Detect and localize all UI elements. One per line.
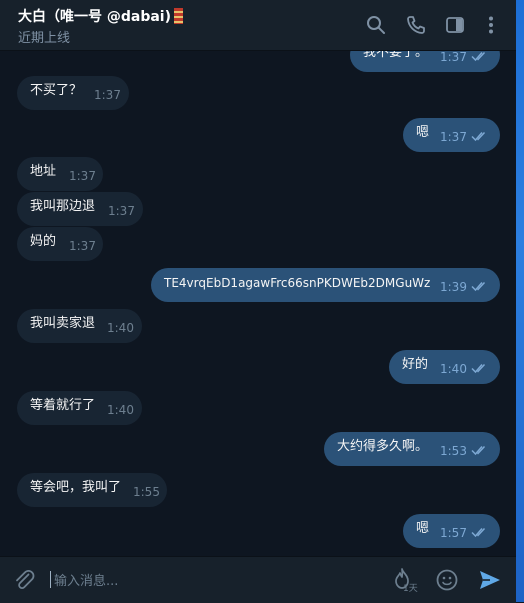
message-time: 1:37: [94, 88, 121, 102]
more-icon[interactable]: [480, 14, 502, 36]
desktop-edge: [516, 0, 524, 602]
message-time: 1:37: [108, 204, 135, 218]
message-text: 嗯: [416, 521, 430, 536]
message-incoming[interactable]: 我叫那边退 1:37: [17, 192, 143, 226]
attach-icon[interactable]: [13, 568, 37, 592]
message-input[interactable]: [52, 569, 376, 593]
message-outgoing[interactable]: 嗯 1:57: [403, 514, 500, 548]
message-text: 嗯: [416, 125, 430, 140]
flag-emoji-icon: [174, 8, 184, 24]
emoji-icon[interactable]: [435, 568, 459, 592]
timer-label: 1天: [403, 584, 418, 594]
message-time: 1:37: [69, 169, 96, 183]
message-outgoing[interactable]: 嗯 1:37: [403, 118, 500, 152]
chat-title-text: 大白（唯一号 @dabai): [18, 9, 172, 25]
send-icon[interactable]: [478, 568, 502, 592]
last-seen-status: 近期上线: [18, 31, 71, 46]
chat-title[interactable]: 大白（唯一号 @dabai): [18, 6, 184, 26]
message-text: TE4vrqEbD1agawFrc66snPKDWEb2DMGuWz: [164, 276, 431, 290]
message-time: 1:37: [440, 130, 467, 144]
message-time: 1:37: [69, 239, 96, 253]
message-text: 不买了？: [30, 83, 83, 98]
message-text: 等着就行了: [30, 398, 96, 413]
double-check-icon: [471, 130, 489, 142]
message-time: 1:37: [440, 51, 467, 64]
phone-icon[interactable]: [405, 14, 427, 36]
chat-header[interactable]: 大白（唯一号 @dabai) 近期上线: [0, 0, 516, 51]
message-incoming[interactable]: 等着就行了 1:40: [17, 391, 142, 425]
message-composer: [0, 556, 516, 603]
message-time: 1:39: [440, 280, 467, 294]
message-text: 妈的: [30, 234, 57, 249]
message-time: 1:55: [133, 485, 160, 499]
message-incoming[interactable]: 地址 1:37: [17, 157, 103, 191]
message-text: 大约得多久啊。: [337, 439, 429, 454]
message-list[interactable]: 我不要了。 1:37 不买了？ 1:37 嗯 1:37 地址 1:37 我叫那边…: [0, 51, 516, 556]
message-incoming[interactable]: 妈的 1:37: [17, 227, 103, 261]
message-text: 好的: [402, 357, 429, 372]
message-time: 1:53: [440, 444, 467, 458]
message-text: 等会吧，我叫了: [30, 480, 122, 495]
message-outgoing[interactable]: 我不要了。 1:37: [350, 51, 500, 72]
chat-window: 大白（唯一号 @dabai) 近期上线 我不要了。 1:37 不买了？ 1:37: [0, 0, 516, 603]
message-time: 1:40: [440, 362, 467, 376]
message-outgoing[interactable]: TE4vrqEbD1agawFrc66snPKDWEb2DMGuWz 1:39: [151, 268, 500, 302]
message-incoming[interactable]: 我叫卖家退 1:40: [17, 309, 142, 343]
double-check-icon: [471, 526, 489, 538]
double-check-icon: [471, 362, 489, 374]
message-incoming[interactable]: 不买了？ 1:37: [17, 76, 129, 110]
search-icon[interactable]: [365, 14, 387, 36]
sidebar-icon[interactable]: [444, 14, 466, 36]
double-check-icon: [471, 51, 489, 62]
message-outgoing[interactable]: 好的 1:40: [389, 350, 500, 384]
message-incoming[interactable]: 等会吧，我叫了 1:55: [17, 473, 167, 507]
message-text: 我叫卖家退: [30, 316, 96, 331]
text-caret: [50, 571, 51, 588]
message-outgoing[interactable]: 大约得多久啊。 1:53: [324, 432, 500, 466]
message-time: 1:40: [107, 321, 134, 335]
double-check-icon: [471, 280, 489, 292]
message-text: 我叫那边退: [30, 199, 96, 214]
message-text: 我不要了。: [363, 51, 429, 60]
double-check-icon: [471, 444, 489, 456]
message-time: 1:57: [440, 526, 467, 540]
message-time: 1:40: [107, 403, 134, 417]
message-text: 地址: [30, 164, 57, 179]
